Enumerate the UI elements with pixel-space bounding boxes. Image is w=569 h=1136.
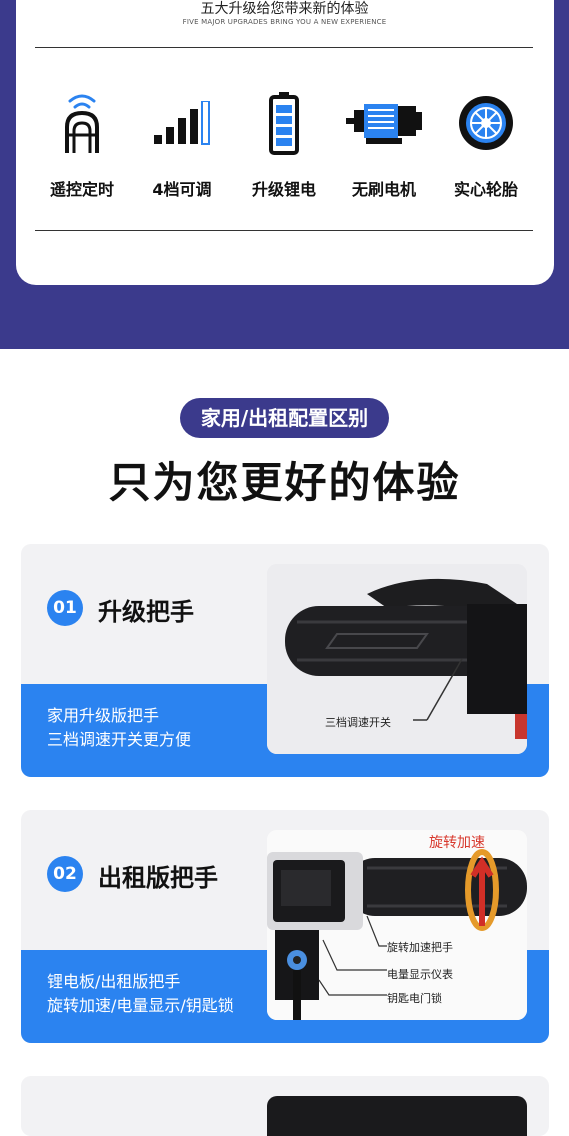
handle-photo [267,564,527,754]
section-pill: 家用/出租配置区别 [180,398,389,438]
feature-label: 实心轮胎 [453,180,518,199]
feature-label: 遥控定时 [49,180,114,199]
divider-top [35,47,533,48]
remote-key-icon [32,88,132,158]
feature-label: 无刷电机 [351,180,416,199]
feature-battery: 升级锂电 [234,88,334,200]
feature-speed-levels: 4档可调 [132,88,232,200]
upgrades-subtitle: FIVE MAJOR UPGRADES BRING YOU A NEW EXPE… [182,18,387,26]
battery-icon [234,88,334,158]
card-title: 出租版把手 [98,864,218,892]
card-upgraded-handle: 01 升级把手 家用升级版把手 三档调速开关更方便 三档调速开关 [21,544,549,777]
section-title: 只为您更好的体验 [108,458,461,507]
signal-bars-icon [132,88,232,158]
callout-speed-switch: 三档调速开关 [325,716,391,729]
feature-label: 4档可调 [152,180,212,199]
feature-motor: 无刷电机 [334,88,434,200]
card-desc-line: 家用升级版把手 [47,706,160,725]
feature-tire: 实心轮胎 [436,88,536,200]
card-next [21,1076,549,1136]
callout-battery-gauge: 电量显示仪表 [387,968,453,981]
card-desc-line: 三档调速开关更方便 [47,730,192,749]
callout-throttle: 旋转加速把手 [387,941,453,954]
card-title: 升级把手 [98,598,194,626]
photo-label-rotate: 旋转加速 [429,835,485,851]
next-card-photo [267,1096,527,1136]
callout-key-lock: 钥匙电门锁 [387,992,442,1005]
feature-remote: 遥控定时 [32,88,132,200]
upgrades-title: 五大升级给您带来新的体验 [200,1,369,17]
card-desc-line: 旋转加速/电量显示/钥匙锁 [47,996,234,1015]
tire-icon [436,88,536,158]
feature-label: 升级锂电 [251,180,316,199]
card-number: 02 [47,856,83,892]
card-rental-handle: 02 出租版把手 锂电板/出租版把手 旋转加速/电量显示/钥匙锁 旋转加速 旋转… [21,810,549,1043]
divider-bottom [35,230,533,231]
card-description: 锂电板/出租版把手 旋转加速/电量显示/钥匙锁 [47,970,234,1018]
card-desc-line: 锂电板/出租版把手 [47,972,181,991]
card-description: 家用升级版把手 三档调速开关更方便 [47,704,191,752]
motor-icon [334,88,434,158]
card-number: 01 [47,590,83,626]
